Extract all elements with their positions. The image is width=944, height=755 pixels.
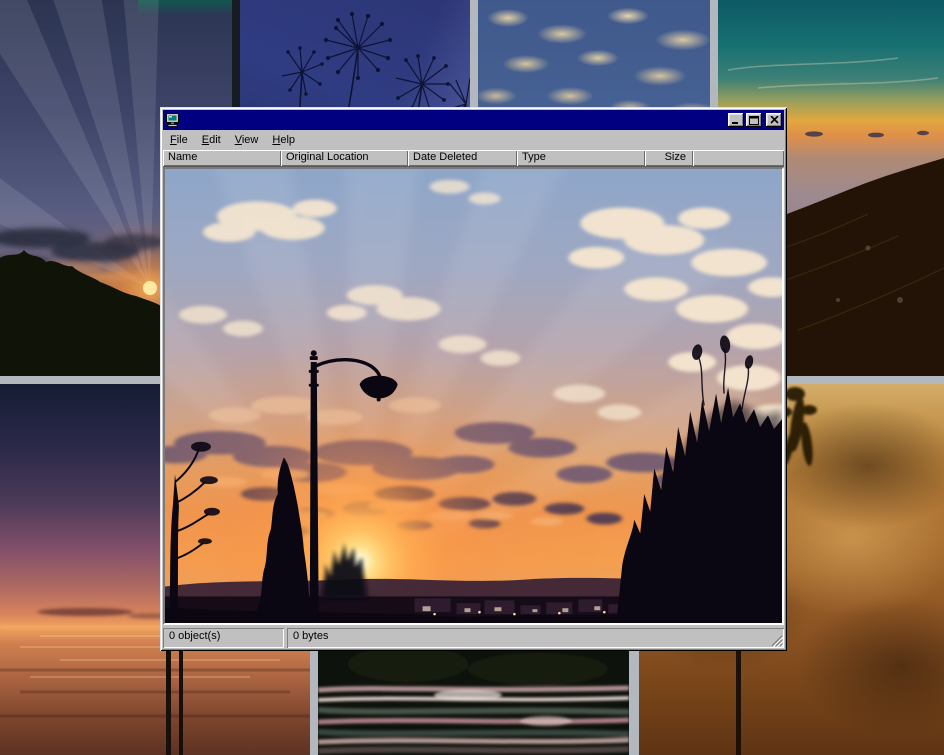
minimize-icon: [731, 116, 741, 125]
menu-view[interactable]: View: [229, 132, 267, 149]
minimize-button[interactable]: [728, 113, 744, 127]
computer-icon: [165, 113, 181, 127]
file-list-viewport[interactable]: [163, 167, 784, 625]
titlebar-buttons: [728, 113, 782, 127]
status-bar: 0 object(s) 0 bytes: [163, 625, 784, 648]
column-header-name[interactable]: Name: [163, 150, 281, 166]
window-titlebar[interactable]: [163, 110, 784, 130]
maximize-icon: [749, 116, 759, 125]
close-button[interactable]: [766, 113, 782, 127]
recycle-bin-window: File Edit View Help Name Original Locati…: [160, 107, 787, 651]
column-headers: Name Original Location Date Deleted Type…: [163, 150, 784, 167]
lamp-pole-silhouette: [736, 650, 741, 755]
maximize-button[interactable]: [746, 113, 762, 127]
resize-grip[interactable]: [770, 634, 783, 647]
column-header-filler: [693, 150, 784, 166]
desktop-wallpaper-collage: File Edit View Help Name Original Locati…: [0, 0, 944, 755]
menu-bar: File Edit View Help: [163, 130, 784, 150]
close-icon: [770, 116, 779, 124]
column-header-date-deleted[interactable]: Date Deleted: [408, 150, 517, 166]
menu-file[interactable]: File: [164, 132, 196, 149]
status-size: 0 bytes: [287, 628, 784, 648]
menu-help[interactable]: Help: [266, 132, 303, 149]
column-header-size[interactable]: Size: [645, 150, 693, 166]
sunset-lamp-photo: [165, 169, 782, 623]
menu-edit[interactable]: Edit: [196, 132, 229, 149]
column-header-original-location[interactable]: Original Location: [281, 150, 408, 166]
status-object-count: 0 object(s): [163, 628, 284, 648]
column-header-type[interactable]: Type: [517, 150, 645, 166]
status-size-text: 0 bytes: [293, 630, 328, 642]
